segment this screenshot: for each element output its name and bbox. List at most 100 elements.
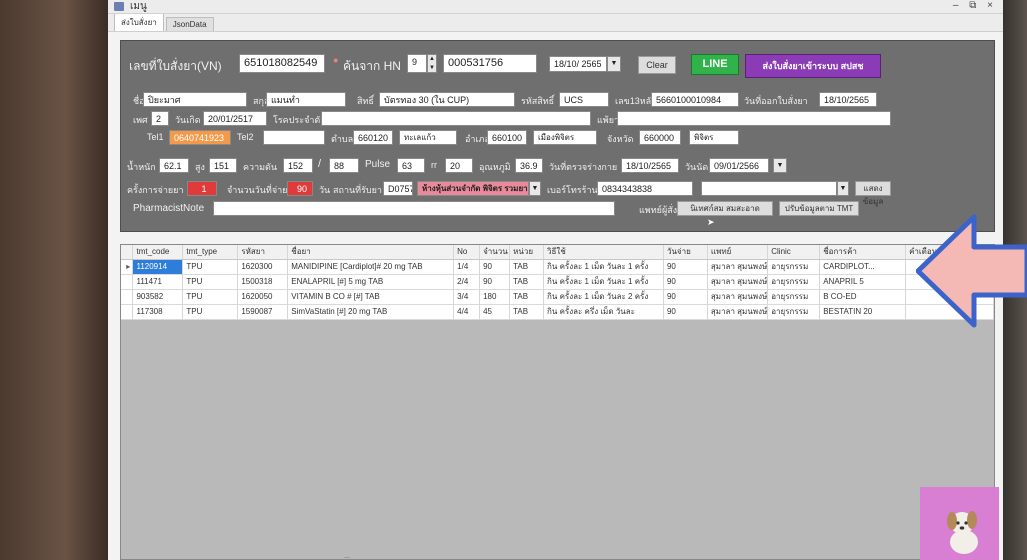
shop-phone-field[interactable]: 0834343838 [597,181,693,196]
col-no[interactable]: No [453,245,481,260]
cell-clinic[interactable]: อายุรกรรม [767,289,821,305]
col-days[interactable]: วันจ่าย [663,245,708,260]
tel1-field[interactable]: 0640741923 [169,130,231,145]
hn-input[interactable]: 000531756 [443,54,537,73]
col-unit[interactable]: หน่วย [509,245,545,260]
clear-button[interactable]: Clear [638,56,676,74]
extra-dropdown-icon[interactable]: ▼ [837,181,849,196]
cell-usage[interactable]: กิน ครั้งละ 1 เม็ด วันละ 1 ครั้ง [543,274,664,290]
cell-unit[interactable]: TAB [509,289,545,305]
cell-doctor[interactable]: สุมาลา สุมนพงษ์ [707,259,769,275]
place-dropdown-icon[interactable]: ▼ [529,181,541,196]
cell-clinic[interactable]: อายุรกรรม [767,274,821,290]
sex-field[interactable]: 2 [151,111,169,126]
cell-qty[interactable]: 45 [479,304,511,320]
cell-trade-name[interactable]: ANAPRIL 5 [819,274,907,290]
col-tmt-type[interactable]: tmt_type [182,245,239,260]
cell-drug-name[interactable]: ENALAPRIL [#] 5 mg TAB [287,274,455,290]
cell-clinic[interactable]: อายุรกรรม [767,304,821,320]
changwat-code-field[interactable]: 660000 [639,130,681,145]
tab-jsondata[interactable]: JsonData [165,17,214,31]
date-picker[interactable]: 18/10/ 2565 [549,56,607,72]
hn-spin-input[interactable]: 9 [407,54,427,73]
dispense-count-field[interactable]: 1 [187,181,217,196]
rr-field[interactable]: 20 [445,158,473,173]
cell-days[interactable]: 90 [663,274,708,290]
line-button[interactable]: LINE [691,54,739,75]
pharmacist-note-field[interactable] [213,201,615,216]
id-field[interactable]: 5660100010984 [651,92,739,107]
cell-days[interactable]: 90 [663,259,708,275]
cell-drug-code[interactable]: 1590087 [237,304,289,320]
col-qty[interactable]: จำนวน [479,245,511,260]
cell-no[interactable]: 1/4 [453,259,481,275]
cell-drug-code[interactable]: 1500318 [237,274,289,290]
cell-unit[interactable]: TAB [509,259,545,275]
cell-days[interactable]: 90 [663,289,708,305]
tel2-field[interactable] [263,130,325,145]
cell-tmt-code[interactable]: 1120914 [132,259,184,275]
col-tmt-code[interactable]: tmt_code [132,245,184,260]
cell-doctor[interactable]: สุมาลา สุมนพงษ์ [707,289,769,305]
days-field[interactable]: 90 [287,181,313,196]
cell-usage[interactable]: กิน ครั้งละ ครึ่ง เม็ด วันละ [543,304,664,320]
place-code-field[interactable]: D0757 [383,181,413,196]
col-trade-name[interactable]: ชื่อการค้า [819,245,907,260]
appt-field[interactable]: 09/01/2566 [709,158,769,173]
cell-unit[interactable]: TAB [509,274,545,290]
row-indicator[interactable] [121,289,134,305]
cell-usage[interactable]: กิน ครั้งละ 1 เม็ด วันละ 2 ครั้ง [543,289,664,305]
cell-qty[interactable]: 180 [479,289,511,305]
col-drug-code[interactable]: รหัสยา [237,245,289,260]
table-row[interactable]: ▸ 1120914 TPU 1620300 MANIDIPINE [Cardiplot]… [121,259,994,275]
cell-drug-code[interactable]: 1620300 [237,259,289,275]
table-row[interactable]: 117308 TPU 1590087 SimVaStatin [#] 20 mg TA… [121,304,994,320]
cell-tmt-code[interactable]: 111471 [132,274,184,290]
cell-unit[interactable]: TAB [509,304,545,320]
cell-no[interactable]: 4/4 [453,304,481,320]
tab-send-prescription[interactable]: ส่งใบสั่งยา [114,13,164,31]
birth-field[interactable]: 20/01/2517 [203,111,267,126]
changwat-name-field[interactable]: พิจิตร [689,130,739,145]
table-row[interactable]: 111471 TPU 1500318 ENALAPRIL [#] 5 mg TAB 2/… [121,274,994,290]
cell-tmt-code[interactable]: 117308 [132,304,184,320]
cell-drug-name[interactable]: VITAMIN B CO # [#] TAB [287,289,455,305]
cell-drug-code[interactable]: 1620050 [237,289,289,305]
rightcode-field[interactable]: UCS [559,92,609,107]
tambon-name-field[interactable]: ทะเลแก้ว [399,130,457,145]
window-controls[interactable]: – ⧉ × [953,0,997,11]
vn-input[interactable]: 651018082549 [239,54,325,73]
cell-trade-name[interactable]: B CO-ED [819,289,907,305]
cell-tmt-type[interactable]: TPU [182,274,239,290]
cell-tmt-code[interactable]: 903582 [132,289,184,305]
weight-field[interactable]: 62.1 [159,158,189,173]
amphur-code-field[interactable]: 660100 [487,130,527,145]
bp-systolic-field[interactable]: 152 [283,158,313,173]
extra-select[interactable] [701,181,837,196]
cell-clinic[interactable]: อายุรกรรม [767,259,821,275]
name-field[interactable]: ปิยะมาศ [143,92,247,107]
send-to-nhso-button[interactable]: ส่งใบสั่งยาเข้าระบบ สปสช [745,54,881,78]
pulse-field[interactable]: 63 [397,158,425,173]
row-indicator[interactable] [121,304,134,320]
check-date-field[interactable]: 18/10/2565 [621,158,679,173]
cell-no[interactable]: 3/4 [453,289,481,305]
cell-tmt-type[interactable]: TPU [182,259,239,275]
cell-no[interactable]: 2/4 [453,274,481,290]
cell-days[interactable]: 90 [663,304,708,320]
cell-trade-name[interactable]: BESTATIN 20 [819,304,907,320]
disease-field[interactable] [321,111,591,126]
show-data-button[interactable]: แสดงข้อมูล [855,181,891,206]
surname-field[interactable]: แมนทำ [266,92,346,107]
bp-diastolic-field[interactable]: 88 [329,158,359,173]
right-field[interactable]: บัตรทอง 30 (ใน CUP) [379,92,515,107]
allergy-field[interactable] [617,111,891,126]
cell-drug-name[interactable]: MANIDIPINE [Cardiplot]# 20 mg TAB [287,259,455,275]
cell-doctor[interactable]: สุมาลา สุมนพงษ์ [707,274,769,290]
cell-qty[interactable]: 90 [479,274,511,290]
col-clinic[interactable]: Clinic [767,245,821,260]
cell-qty[interactable]: 90 [479,259,511,275]
calendar-dropdown-icon[interactable]: ▼ [607,56,621,72]
cell-trade-name[interactable]: CARDIPLOT... [819,259,907,275]
cell-usage[interactable]: กิน ครั้งละ 1 เม็ด วันละ 1 ครั้ง [543,259,664,275]
